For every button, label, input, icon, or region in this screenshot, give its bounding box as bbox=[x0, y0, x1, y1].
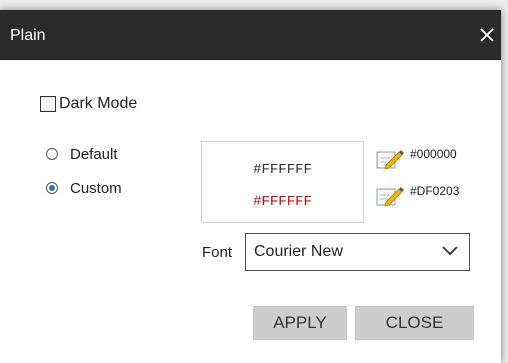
pencil-edit-icon[interactable] bbox=[376, 183, 404, 207]
chevron-down-icon bbox=[442, 246, 458, 256]
dialog-body: Dark Mode Default Custom #FFFFFF #FFFFFF bbox=[0, 60, 501, 363]
dark-mode-label: Dark Mode bbox=[59, 95, 138, 112]
radio-custom-label: Custom bbox=[70, 179, 122, 197]
preview-accent-text: #FFFFFF bbox=[253, 194, 312, 210]
accent-color-picker: #DF0203 bbox=[376, 183, 459, 207]
dark-mode-option[interactable]: Dark Mode bbox=[40, 94, 137, 114]
dark-mode-checkbox[interactable] bbox=[40, 96, 56, 112]
radio-default-label: Default bbox=[70, 145, 118, 163]
close-window-button[interactable] bbox=[473, 20, 501, 50]
close-icon bbox=[480, 28, 494, 42]
radio-custom-option[interactable]: Custom bbox=[46, 178, 122, 198]
title-bar: Plain bbox=[0, 10, 501, 60]
radio-default[interactable] bbox=[46, 148, 58, 160]
close-button[interactable]: CLOSE bbox=[355, 306, 474, 340]
radio-custom[interactable] bbox=[46, 182, 58, 194]
window-title: Plain bbox=[10, 27, 46, 44]
pencil-edit-icon[interactable] bbox=[376, 146, 404, 170]
color-preview-box: #FFFFFF #FFFFFF bbox=[201, 141, 364, 223]
radio-default-option[interactable]: Default bbox=[46, 144, 118, 164]
foreground-color-picker: #000000 bbox=[376, 146, 457, 170]
font-label: Font bbox=[202, 244, 233, 261]
font-select-value: Courier New bbox=[254, 243, 343, 260]
apply-button[interactable]: APPLY bbox=[253, 306, 347, 340]
dialog-window: Plain Dark Mode Default Custom #FFFFFF #… bbox=[0, 10, 501, 363]
accent-color-value: #DF0203 bbox=[410, 184, 460, 198]
preview-foreground-text: #FFFFFF bbox=[253, 162, 312, 178]
foreground-color-value: #000000 bbox=[410, 147, 457, 161]
font-select[interactable]: Courier New bbox=[245, 233, 470, 271]
